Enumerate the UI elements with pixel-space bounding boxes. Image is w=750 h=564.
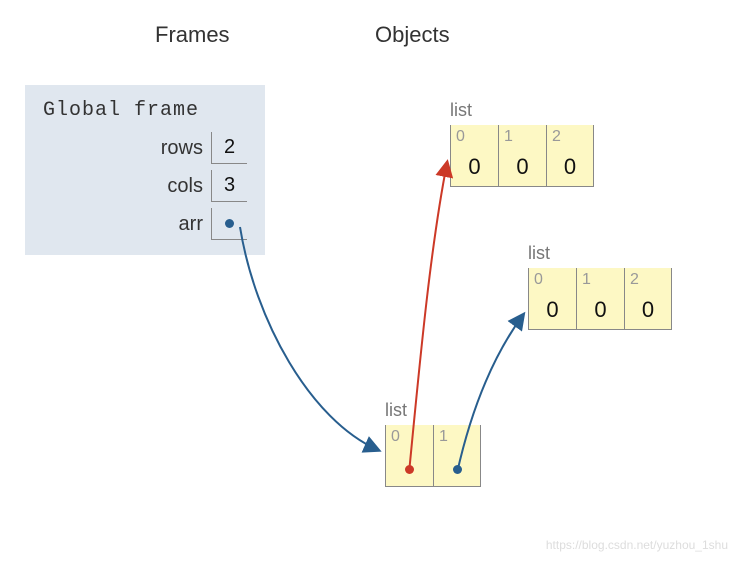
list-label-top: list	[450, 100, 472, 121]
global-frame-title: Global frame	[43, 99, 247, 122]
cell-index: 0	[391, 428, 400, 446]
cell-value: 0	[529, 297, 576, 323]
cell-value: 0	[499, 154, 546, 180]
list-label-middle: list	[528, 243, 550, 264]
list-label-bottom: list	[385, 400, 407, 421]
cell-index: 2	[630, 271, 639, 289]
list-top: 0 0 1 0 2 0	[450, 125, 594, 187]
pointer-dot-cell0	[405, 465, 414, 474]
cell-index: 0	[456, 128, 465, 146]
list-cell: 2 0	[624, 268, 672, 330]
list-bottom: 0 1	[385, 425, 481, 487]
list-cell: 0	[385, 425, 433, 487]
frames-heading: Frames	[155, 22, 230, 48]
cell-value: 0	[625, 297, 671, 323]
cell-index: 0	[534, 271, 543, 289]
arrow-arr-to-bottom	[240, 227, 378, 450]
watermark: https://blog.csdn.net/yuzhou_1shu	[546, 538, 728, 552]
list-cell: 2 0	[546, 125, 594, 187]
list-cell: 0 0	[450, 125, 498, 187]
list-cell: 1 0	[576, 268, 624, 330]
var-row-cols: cols 3	[43, 170, 247, 202]
cell-value	[386, 454, 433, 480]
cell-index: 2	[552, 128, 561, 146]
cell-index: 1	[504, 128, 513, 146]
cell-value	[434, 454, 480, 480]
list-cell: 0 0	[528, 268, 576, 330]
cell-value: 0	[451, 154, 498, 180]
list-cell: 1 0	[498, 125, 546, 187]
var-value-cols: 3	[211, 170, 247, 202]
var-value-rows: 2	[211, 132, 247, 164]
list-middle: 0 0 1 0 2 0	[528, 268, 672, 330]
pointer-dot-cell1	[453, 465, 462, 474]
var-row-rows: rows 2	[43, 132, 247, 164]
cell-value: 0	[547, 154, 593, 180]
var-row-arr: arr	[43, 208, 247, 240]
var-name-rows: rows	[161, 137, 203, 160]
var-value-arr	[211, 208, 247, 240]
objects-heading: Objects	[375, 22, 450, 48]
var-name-cols: cols	[167, 175, 203, 198]
list-cell: 1	[433, 425, 481, 487]
cell-index: 1	[582, 271, 591, 289]
var-name-arr: arr	[179, 213, 203, 236]
cell-value: 0	[577, 297, 624, 323]
global-frame: Global frame rows 2 cols 3 arr	[25, 85, 265, 255]
pointer-dot-arr	[225, 219, 234, 228]
cell-index: 1	[439, 428, 448, 446]
